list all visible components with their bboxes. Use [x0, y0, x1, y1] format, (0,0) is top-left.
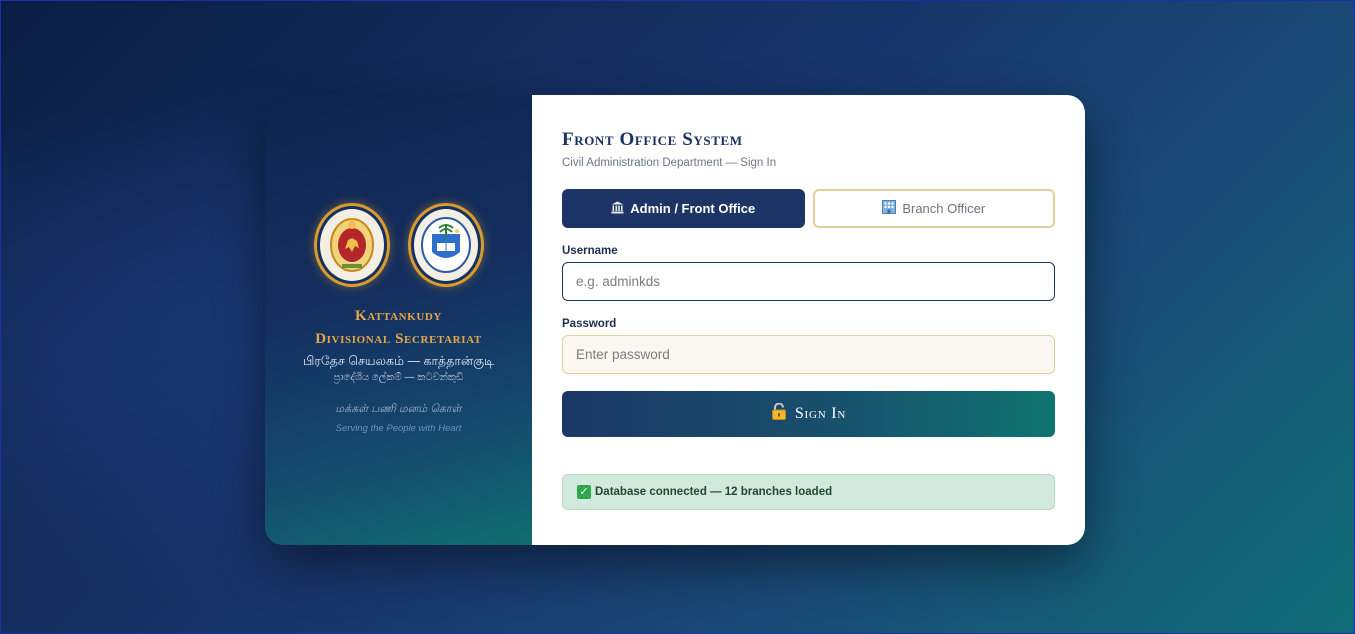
tab-admin-label: Admin / Front Office — [630, 201, 756, 216]
secretariat-seal-icon — [407, 203, 484, 287]
sinhala-name: ප්‍රාදේශීය ලේකම් — කටවන්කුඩි — [333, 372, 464, 383]
national-emblem-icon — [313, 203, 390, 287]
sign-in-label: Sign In — [794, 405, 847, 422]
lock-icon — [771, 402, 787, 425]
login-form-panel: Front Office System Civil Administration… — [532, 95, 1085, 545]
password-input[interactable] — [562, 335, 1055, 374]
branding-panel: Kattankudy Divisional Secretariat பிரதேச… — [265, 95, 532, 545]
username-label: Username — [562, 245, 618, 257]
org-name-line2: Divisional Secretariat — [315, 331, 482, 347]
check-mark-icon: ✓ — [577, 485, 591, 499]
status-text: Database connected — 12 branches loaded — [595, 486, 833, 498]
tab-branch-label: Branch Officer — [902, 201, 986, 216]
organization-name: Kattankudy Divisional Secretariat — [315, 305, 482, 351]
tamil-name: பிரதேச செயலகம் — காத்தான்குடி — [303, 354, 494, 368]
connection-status: ✓ Database connected — 12 branches loade… — [562, 474, 1055, 510]
password-label: Password — [562, 318, 617, 330]
tab-branch-officer[interactable]: Branch Officer — [812, 189, 1055, 228]
sign-in-button[interactable]: Sign In — [562, 391, 1055, 437]
org-name-line1: Kattankudy — [355, 308, 442, 324]
login-role-tabs: Admin / Front Office Branch Officer — [562, 189, 1055, 228]
login-card: Kattankudy Divisional Secretariat பிரதேச… — [265, 95, 1085, 545]
form-title: Front Office System — [562, 129, 743, 150]
bank-icon — [611, 201, 624, 217]
motto-english: Serving the People with Heart — [335, 423, 462, 434]
motto-tamil: மக்கள் பணி மனம் கொள் — [335, 403, 462, 415]
office-building-icon — [882, 200, 897, 217]
tab-admin-front-office[interactable]: Admin / Front Office — [562, 189, 805, 228]
emblems — [313, 203, 484, 287]
username-input[interactable] — [562, 262, 1055, 301]
form-subtitle: Civil Administration Department — Sign I… — [562, 157, 777, 169]
